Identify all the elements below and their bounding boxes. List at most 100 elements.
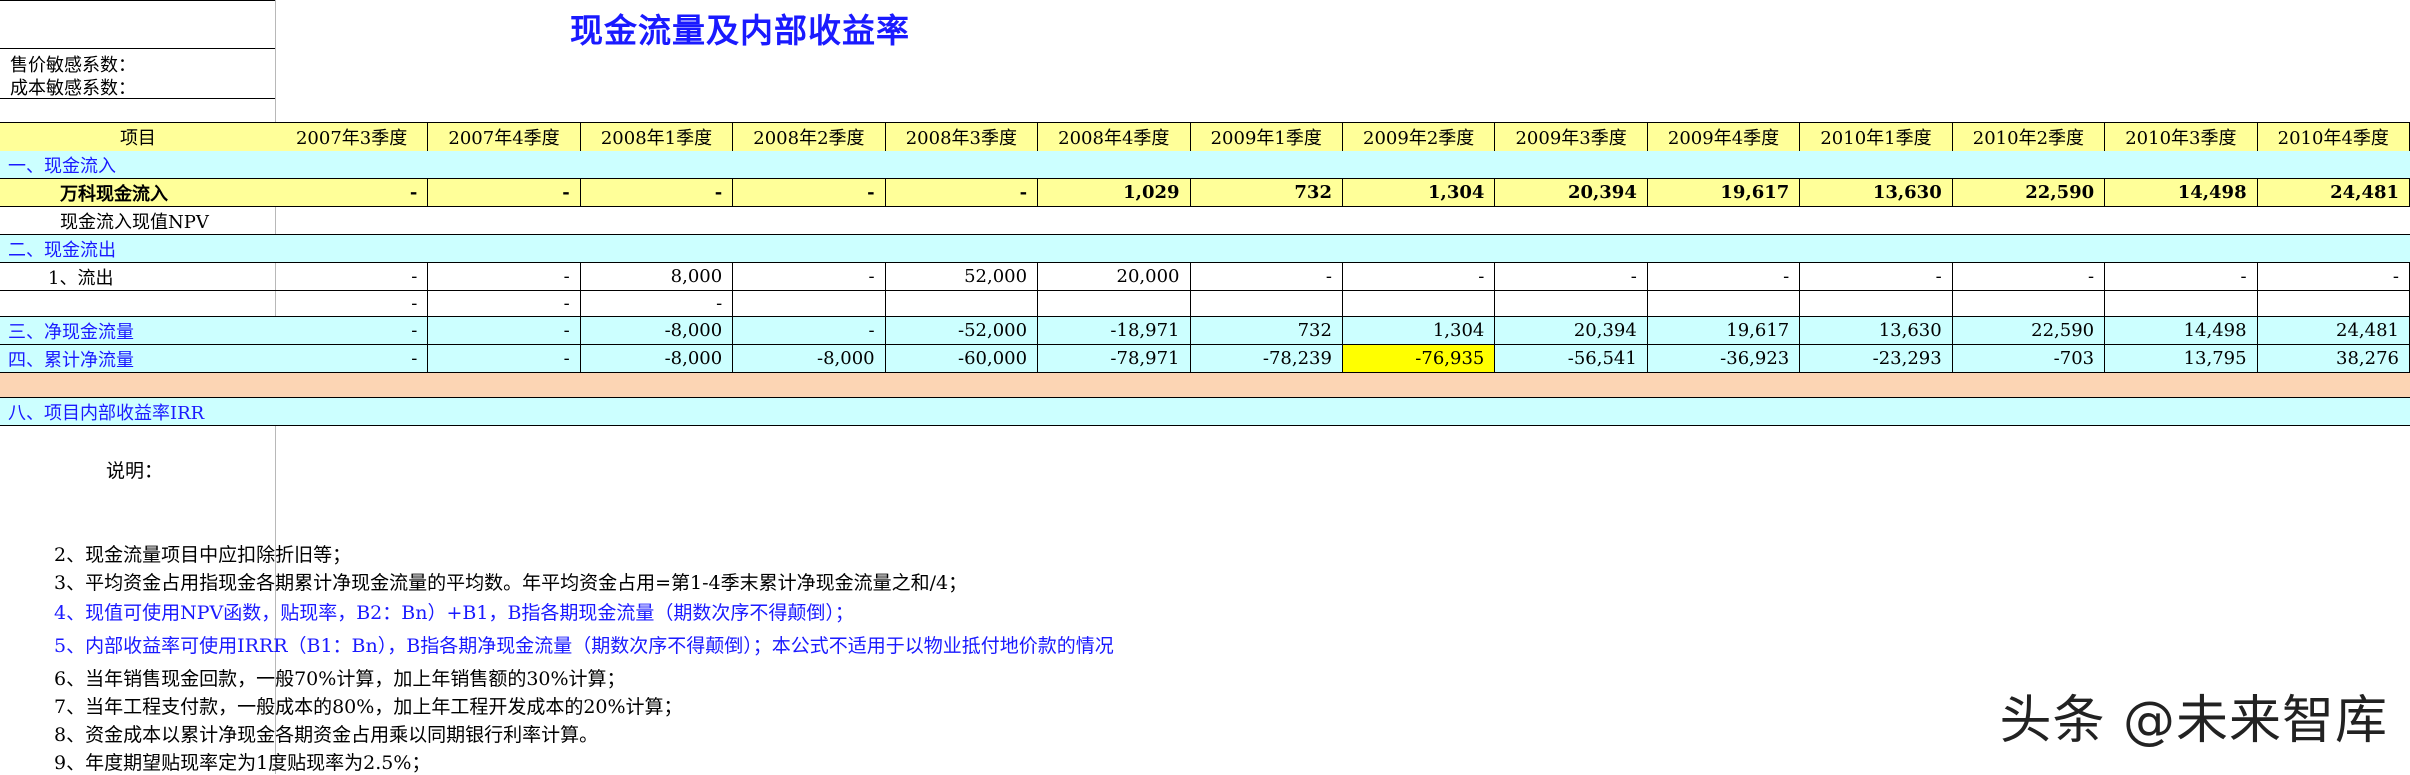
value-cell[interactable] xyxy=(1648,291,1801,316)
value-cell[interactable]: - xyxy=(733,179,886,206)
value-cell[interactable] xyxy=(2105,291,2258,316)
row-label[interactable]: 二、现金流出 xyxy=(0,235,276,262)
value-cell[interactable]: -60,000 xyxy=(886,345,1039,372)
header-period[interactable]: 2008年1季度 xyxy=(581,123,734,151)
value-cell[interactable]: -18,971 xyxy=(1038,317,1191,344)
note-line: 9、年度期望贴现率定为1度贴现率为2.5%； xyxy=(54,752,431,774)
value-cell[interactable]: -703 xyxy=(1953,345,2106,372)
header-period[interactable]: 2008年2季度 xyxy=(733,123,886,151)
value-cell[interactable] xyxy=(2258,291,2410,316)
value-cell[interactable]: 1,304 xyxy=(1343,179,1496,206)
value-cell[interactable]: 1,304 xyxy=(1343,317,1496,344)
header-period[interactable]: 2010年2季度 xyxy=(1953,123,2106,151)
value-cell[interactable]: -23,293 xyxy=(1800,345,1953,372)
value-cell[interactable]: 13,630 xyxy=(1800,179,1953,206)
header-period[interactable]: 2010年3季度 xyxy=(2105,123,2258,151)
value-cell[interactable]: 20,394 xyxy=(1495,179,1648,206)
value-cell[interactable]: - xyxy=(428,317,581,344)
value-cell[interactable]: - xyxy=(733,317,886,344)
value-cell[interactable]: - xyxy=(276,263,429,290)
value-cell[interactable]: - xyxy=(581,291,734,316)
value-cell[interactable]: -8,000 xyxy=(581,317,734,344)
value-cell[interactable]: -78,239 xyxy=(1191,345,1343,372)
value-cell[interactable]: - xyxy=(1343,263,1496,290)
value-cell[interactable] xyxy=(886,291,1039,316)
value-cell[interactable]: - xyxy=(1800,263,1953,290)
value-cell[interactable]: 14,498 xyxy=(2105,317,2258,344)
table-row-irr: 八、项目内部收益率IRR xyxy=(0,398,2410,426)
value-cell[interactable]: -52,000 xyxy=(886,317,1039,344)
value-cell[interactable] xyxy=(1800,291,1953,316)
value-cell[interactable] xyxy=(1038,291,1191,316)
note-line: 6、当年销售现金回款，一般70%计算，加上年销售额的30%计算； xyxy=(54,668,626,690)
value-cell[interactable]: - xyxy=(428,179,581,206)
value-cell[interactable]: - xyxy=(2105,263,2258,290)
value-cell[interactable]: - xyxy=(1191,263,1343,290)
header-period[interactable]: 2007年4季度 xyxy=(428,123,581,151)
header-period[interactable]: 2007年3季度 xyxy=(276,123,429,151)
value-cell[interactable]: 22,590 xyxy=(1953,179,2106,206)
value-cell[interactable]: 24,481 xyxy=(2258,179,2410,206)
value-cell[interactable]: - xyxy=(1495,263,1648,290)
value-cell[interactable]: - xyxy=(1648,263,1801,290)
value-cell[interactable]: 732 xyxy=(1191,179,1343,206)
value-cell[interactable]: 19,617 xyxy=(1648,179,1801,206)
value-cell[interactable]: 14,498 xyxy=(2105,179,2258,206)
row-label[interactable] xyxy=(0,291,276,316)
header-period[interactable]: 2010年1季度 xyxy=(1800,123,1953,151)
row-label[interactable]: 一、现金流入 xyxy=(0,151,276,178)
value-cell[interactable]: 24,481 xyxy=(2258,317,2410,344)
header-period[interactable]: 2009年3季度 xyxy=(1495,123,1648,151)
header-period[interactable]: 2009年1季度 xyxy=(1191,123,1343,151)
value-cell[interactable]: - xyxy=(428,291,581,316)
value-cell[interactable]: 52,000 xyxy=(886,263,1039,290)
row-label[interactable]: 1、流出 xyxy=(0,263,276,290)
header-item[interactable]: 项目 xyxy=(0,123,276,151)
value-cell[interactable]: - xyxy=(428,345,581,372)
value-cell[interactable]: - xyxy=(2258,263,2410,290)
value-cell[interactable]: - xyxy=(276,179,429,206)
value-cell[interactable]: 19,617 xyxy=(1648,317,1801,344)
value-cell[interactable]: - xyxy=(1953,263,2106,290)
value-cell[interactable]: 13,795 xyxy=(2105,345,2258,372)
value-cell[interactable] xyxy=(1343,291,1496,316)
row-label[interactable]: 万科现金流入 xyxy=(0,179,276,206)
value-cell[interactable]: -78,971 xyxy=(1038,345,1191,372)
header-period[interactable]: 2010年4季度 xyxy=(2258,123,2410,151)
table-row-outflow: 1、流出 - - 8,000 - 52,000 20,000 - - - - -… xyxy=(0,263,2410,291)
value-cell[interactable]: -36,923 xyxy=(1648,345,1801,372)
table-row-net-flow: 三、净现金流量 - - -8,000 - -52,000 -18,971 732… xyxy=(0,317,2410,345)
value-cell[interactable]: -8,000 xyxy=(733,345,886,372)
row-label[interactable]: 八、项目内部收益率IRR xyxy=(0,398,276,425)
value-cell-highlight[interactable]: -76,935 xyxy=(1342,345,1496,372)
value-cell[interactable] xyxy=(733,291,886,316)
value-cell[interactable]: 8,000 xyxy=(581,263,734,290)
value-cell[interactable]: 22,590 xyxy=(1953,317,2106,344)
value-cell[interactable]: -8,000 xyxy=(581,345,734,372)
header-period[interactable]: 2008年3季度 xyxy=(886,123,1039,151)
note-line: 2、现金流量项目中应扣除折旧等； xyxy=(54,544,352,566)
value-cell[interactable]: 38,276 xyxy=(2258,345,2410,372)
value-cell[interactable]: - xyxy=(886,179,1039,206)
value-cell[interactable]: - xyxy=(276,317,429,344)
value-cell[interactable] xyxy=(1191,291,1343,316)
value-cell[interactable]: - xyxy=(581,179,734,206)
value-cell[interactable]: 732 xyxy=(1191,317,1343,344)
row-label[interactable]: 四、累计净流量 xyxy=(0,345,276,372)
value-cell[interactable]: 20,000 xyxy=(1038,263,1191,290)
header-period[interactable]: 2009年4季度 xyxy=(1648,123,1801,151)
header-period[interactable]: 2009年2季度 xyxy=(1343,123,1496,151)
value-cell[interactable] xyxy=(1495,291,1648,316)
value-cell[interactable] xyxy=(1953,291,2106,316)
row-label[interactable]: 现金流入现值NPV xyxy=(0,207,276,234)
value-cell[interactable]: 20,394 xyxy=(1495,317,1648,344)
value-cell[interactable]: -56,541 xyxy=(1495,345,1648,372)
value-cell[interactable]: - xyxy=(733,263,886,290)
row-label[interactable]: 三、净现金流量 xyxy=(0,317,276,344)
value-cell[interactable]: - xyxy=(428,263,581,290)
value-cell[interactable]: - xyxy=(276,291,429,316)
value-cell[interactable]: - xyxy=(276,345,429,372)
value-cell[interactable]: 1,029 xyxy=(1038,179,1191,206)
value-cell[interactable]: 13,630 xyxy=(1800,317,1953,344)
header-period[interactable]: 2008年4季度 xyxy=(1038,123,1191,151)
